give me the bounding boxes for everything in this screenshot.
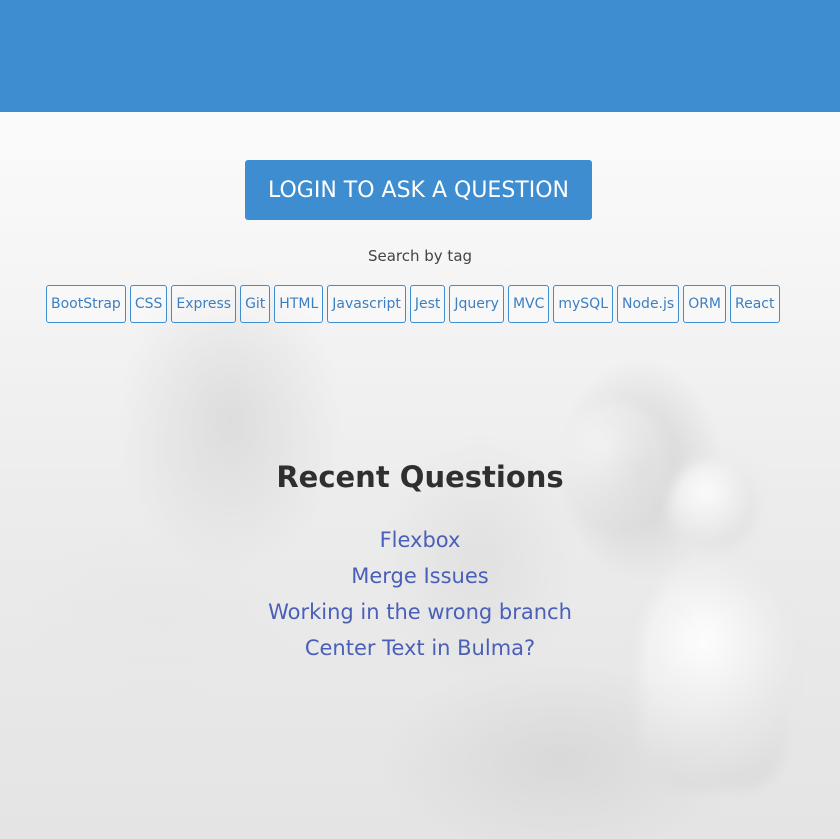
tag-button-mvc[interactable]: MVC [507, 285, 550, 323]
login-to-ask-button[interactable]: LOGIN TO ASK A QUESTION [245, 160, 592, 220]
question-link[interactable]: Flexbox [0, 522, 840, 558]
tag-button-react[interactable]: React [730, 285, 780, 323]
tag-button-jquery[interactable]: Jquery [449, 285, 504, 323]
tag-button-css[interactable]: CSS [129, 285, 168, 323]
recent-questions-list: Flexbox Merge Issues Working in the wron… [0, 522, 840, 666]
tag-button-bootstrap[interactable]: BootStrap [46, 285, 126, 323]
tag-list: BootStrap CSS Express Git HTML Javascrip… [46, 285, 780, 323]
top-header-bar [0, 0, 840, 112]
search-by-tag-label: Search by tag [367, 247, 473, 265]
tag-button-html[interactable]: HTML [274, 285, 324, 323]
question-link[interactable]: Merge Issues [0, 558, 840, 594]
tag-button-express[interactable]: Express [171, 285, 237, 323]
tag-button-mysql[interactable]: mySQL [553, 285, 614, 323]
tag-button-git[interactable]: Git [240, 285, 271, 323]
tag-button-jest[interactable]: Jest [409, 285, 446, 323]
recent-questions-heading: Recent Questions [276, 460, 564, 494]
tag-button-nodejs[interactable]: Node.js [617, 285, 680, 323]
question-link[interactable]: Center Text in Bulma? [0, 630, 840, 666]
tag-button-javascript[interactable]: Javascript [327, 285, 406, 323]
question-link[interactable]: Working in the wrong branch [0, 594, 840, 630]
tag-button-orm[interactable]: ORM [683, 285, 727, 323]
